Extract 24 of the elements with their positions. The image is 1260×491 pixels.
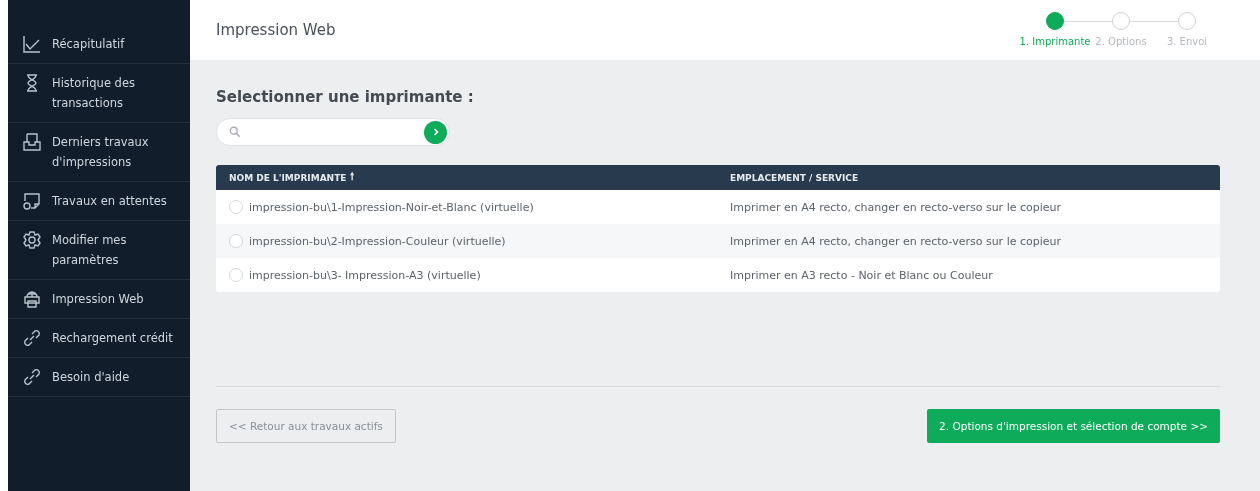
radio-button[interactable] [229,234,243,248]
printer-name: impression-bu\2-Impression-Couleur (virtuelle) [249,234,506,248]
link-icon [22,328,42,348]
search-icon [229,126,241,138]
page-title: Impression Web [216,21,336,39]
gear-icon [22,230,42,250]
printer-icon [22,289,42,309]
link-icon [22,367,42,387]
radio-button[interactable] [229,200,243,214]
sort-icon[interactable]: 🠕 [350,169,355,186]
search-button[interactable] [424,120,447,144]
printer-location: Imprimer en A4 recto, changer en recto-verso sur le copieur [730,234,1062,248]
printer-name: impression-bu\1-Impression-Noir-et-Blanc (virtuelle) [249,200,534,214]
printer-location: Imprimer en A3 recto - Noir et Blanc ou Couleur [730,268,993,282]
document-clock-icon [22,191,42,211]
printer-location: Imprimer en A4 recto, changer en recto-verso sur le copieur [730,200,1062,214]
section-heading: Selectionner une imprimante : [216,88,475,106]
column-header[interactable]: NOM DE L'IMPRIMANTE [229,172,347,183]
inbox-icon [22,132,42,152]
chart-icon [22,34,42,54]
column-header[interactable]: EMPLACEMENT / SERVICE [730,172,859,183]
radio-button[interactable] [229,268,243,282]
printer-name: impression-bu\3- Impression-A3 (virtuelle) [249,268,481,282]
search-field[interactable] [216,118,450,146]
